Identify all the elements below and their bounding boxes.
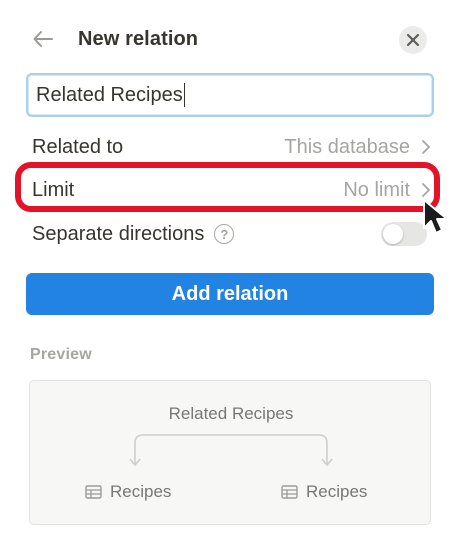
limit-highlight-annotation	[15, 162, 440, 212]
related-to-value: This database	[284, 135, 410, 158]
help-icon[interactable]: ?	[214, 224, 235, 244]
related-to-label: Related to	[32, 135, 124, 158]
arrow-left-icon	[33, 31, 53, 47]
table-icon	[85, 485, 102, 499]
back-button[interactable]	[30, 26, 60, 54]
chevron-right-icon	[422, 140, 430, 154]
add-relation-button[interactable]: Add relation	[26, 273, 434, 315]
relation-connector	[129, 434, 333, 467]
preview-relation-title: Related Recipes	[168, 404, 294, 423]
close-icon	[406, 33, 420, 47]
relation-name-value: Related Recipes	[36, 83, 183, 106]
toggle-knob	[383, 224, 403, 244]
table-icon	[281, 485, 298, 499]
preview-heading: Preview	[30, 346, 92, 363]
text-caret	[183, 83, 186, 107]
separate-directions-label: Separate directions	[32, 222, 205, 245]
preview-right-database-label: Recipes	[306, 482, 368, 501]
relation-name-input[interactable]: Related Recipes	[26, 73, 434, 117]
close-button[interactable]	[399, 26, 427, 54]
preview-left-database: Recipes	[85, 482, 171, 502]
panel-title: New relation	[78, 28, 199, 50]
preview-left-database-label: Recipes	[110, 482, 172, 501]
related-to-row[interactable]: Related to This database	[32, 129, 432, 165]
preview-diagram: Related Recipes Recipes Recipes	[29, 380, 431, 525]
preview-right-database: Recipes	[281, 482, 367, 502]
separate-directions-row: Separate directions ?	[32, 216, 332, 252]
mouse-pointer-icon	[423, 199, 448, 234]
